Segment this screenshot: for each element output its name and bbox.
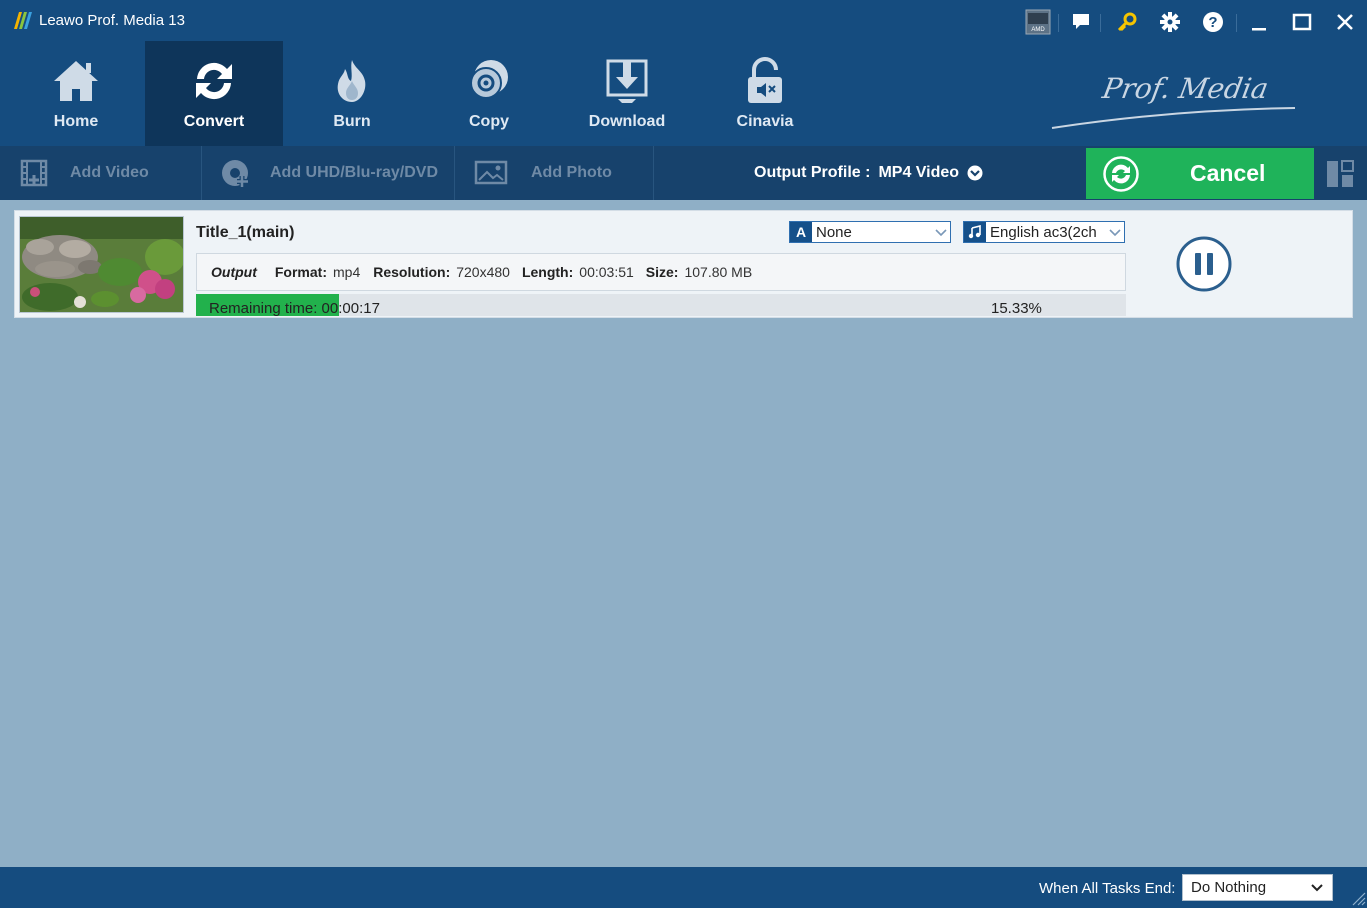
titlebar-divider — [1236, 14, 1237, 32]
when-tasks-end-value: Do Nothing — [1191, 879, 1267, 896]
format-value: mp4 — [333, 264, 361, 280]
titlebar-divider — [1100, 14, 1101, 32]
refresh-icon — [1103, 156, 1139, 192]
nav-cinavia-label: Cinavia — [736, 113, 794, 130]
download-icon — [606, 59, 648, 103]
add-disc-label: Add UHD/Blu-ray/DVD — [270, 164, 439, 181]
nav-copy[interactable]: Copy — [420, 41, 558, 146]
svg-text:Prof. Media: Prof. Media — [1099, 72, 1271, 105]
nav-convert[interactable]: Convert — [145, 41, 283, 146]
video-thumbnail — [19, 216, 184, 313]
subtitle-select-value: None — [816, 223, 852, 241]
add-photo-label: Add Photo — [531, 164, 612, 181]
app-title: Leawo Prof. Media 13 — [39, 12, 185, 29]
add-video-button[interactable]: Add Video — [20, 146, 149, 200]
output-info-bar: Output Format: mp4 Resolution: 720x480 L… — [196, 253, 1126, 291]
cancel-button[interactable]: Cancel — [1086, 148, 1314, 199]
close-icon[interactable] — [1332, 9, 1358, 35]
task-title: Title_1(main) — [196, 224, 295, 241]
svg-text:AMD: AMD — [1031, 27, 1045, 33]
svg-text:?: ? — [1208, 14, 1217, 31]
size-label: Size: — [645, 264, 679, 280]
brand-logo: Prof. Media — [1051, 72, 1296, 129]
output-profile-value: MP4 Video — [878, 164, 960, 181]
when-tasks-end-select[interactable]: Do Nothing — [1182, 874, 1333, 901]
nav-home-label: Home — [53, 113, 99, 130]
nav-convert-label: Convert — [183, 113, 245, 130]
resize-grip-icon[interactable] — [1350, 890, 1366, 906]
gear-icon[interactable] — [1157, 9, 1183, 35]
toolbar-divider — [201, 146, 202, 200]
toolbar-divider — [653, 146, 654, 200]
film-add-icon — [20, 159, 48, 187]
amd-icon[interactable]: AMD — [1025, 9, 1051, 35]
chevron-down-icon — [967, 165, 983, 181]
disc-add-icon — [222, 160, 248, 187]
burn-icon — [337, 60, 366, 102]
resolution-value: 720x480 — [456, 264, 510, 280]
minimize-icon[interactable] — [1246, 9, 1272, 35]
remaining-time: Remaining time: 00:00:17 — [209, 300, 380, 317]
copy-icon — [470, 60, 508, 99]
progress-percent: 15.33% — [991, 300, 1042, 317]
nav-burn-label: Burn — [333, 113, 371, 130]
cancel-label: Cancel — [1190, 160, 1266, 186]
audio-track-select[interactable]: English ac3(2ch — [963, 221, 1125, 243]
nav-burn[interactable]: Burn — [283, 41, 421, 146]
audio-track-value: English ac3(2ch — [990, 223, 1097, 241]
when-tasks-end-label: When All Tasks End: — [1039, 880, 1176, 897]
output-profile-select[interactable]: Output Profile : MP4 Video — [754, 164, 983, 182]
nav-copy-label: Copy — [469, 113, 509, 130]
chevron-down-icon — [1106, 224, 1124, 241]
convert-icon — [196, 62, 232, 100]
subtitle-icon: A — [790, 222, 812, 242]
output-profile-label: Output Profile : — [754, 164, 871, 181]
output-label: Output — [211, 264, 257, 280]
music-note-icon — [964, 222, 986, 242]
chat-icon[interactable] — [1068, 9, 1094, 35]
size-value: 107.80 MB — [684, 264, 753, 280]
help-icon[interactable]: ? — [1200, 9, 1226, 35]
titlebar-divider — [1058, 14, 1059, 32]
cinavia-icon — [748, 57, 782, 103]
resolution-label: Resolution: — [373, 264, 451, 280]
app-logo-icon — [14, 12, 32, 29]
length-label: Length: — [521, 264, 574, 280]
key-icon[interactable] — [1114, 9, 1140, 35]
subtitle-select[interactable]: A None — [789, 221, 951, 243]
toolbar-divider — [454, 146, 455, 200]
pause-button[interactable] — [1176, 236, 1232, 292]
add-video-label: Add Video — [70, 164, 149, 181]
add-photo-button[interactable]: Add Photo — [474, 146, 612, 200]
nav-cinavia[interactable]: Cinavia — [696, 41, 834, 146]
nav-download-label: Download — [588, 113, 666, 130]
chevron-down-icon — [1302, 879, 1332, 896]
layout-toggle-icon[interactable] — [1326, 159, 1354, 189]
format-label: Format: — [274, 264, 327, 280]
length-value: 00:03:51 — [579, 264, 634, 280]
nav-home[interactable]: Home — [7, 41, 145, 146]
add-disc-button[interactable]: Add UHD/Blu-ray/DVD — [220, 146, 438, 200]
photo-add-icon — [474, 160, 508, 185]
chevron-down-icon — [932, 224, 950, 241]
nav-download[interactable]: Download — [558, 41, 696, 146]
home-icon — [54, 61, 98, 101]
maximize-icon[interactable] — [1289, 9, 1315, 35]
